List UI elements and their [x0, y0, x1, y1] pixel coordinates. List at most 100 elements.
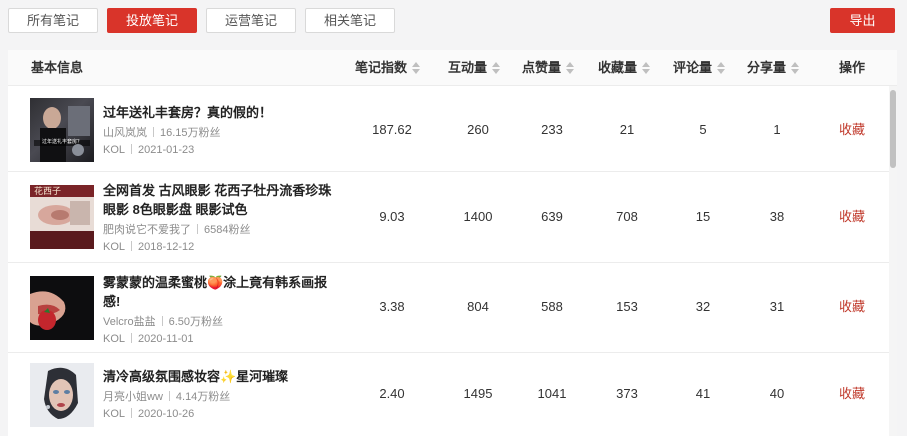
note-info: 过年送礼丰套房？真的假的！ 山风岚岚 16.15万粉丝 KOL 2021-01-23 — [103, 103, 338, 158]
header-action-label: 操作 — [839, 60, 866, 75]
shares-value: 1 — [773, 122, 781, 137]
favorites-value: 153 — [616, 299, 638, 314]
note-thumbnail[interactable]: 花西子 — [30, 185, 94, 249]
shares-value: 38 — [769, 209, 785, 224]
interactions-value: 260 — [467, 122, 489, 137]
header-interactions[interactable]: 互动量 — [448, 50, 501, 86]
note-thumbnail[interactable] — [30, 363, 94, 427]
note-index-value: 2.40 — [379, 386, 405, 401]
thumbnail-image — [30, 276, 94, 340]
header-basic-info-label: 基本信息 — [31, 60, 84, 75]
comments-value: 15 — [695, 209, 711, 224]
favorites-value: 21 — [619, 122, 635, 137]
thumbnail-caption: 花西子 — [34, 186, 62, 196]
note-type-meta: KOL 2018-12-12 — [103, 239, 338, 255]
note-info: 雾蒙蒙的温柔蜜桃🍑涂上竟有韩系画报感! Velcro盐盐 6.50万粉丝 KOL 2… — [103, 273, 338, 347]
header-favorites-label: 收藏量 — [598, 60, 638, 75]
thumbnail-caption: 过年送礼丰套房？ — [41, 139, 82, 145]
header-comments-label: 评论量 — [673, 60, 713, 75]
likes-value: 639 — [541, 209, 563, 224]
vertical-scrollbar[interactable] — [889, 86, 897, 436]
interactions-value: 1495 — [463, 386, 493, 401]
thumbnail-image — [34, 106, 90, 162]
export-button[interactable]: 导出 — [830, 8, 895, 33]
table-row[interactable]: 清冷高级氛围感妆容✨星河璀璨 月亮小姐ww 4.14万粉丝 KOL 2020-10-… — [8, 353, 889, 436]
shares-value: 31 — [769, 299, 785, 314]
note-info: 全网首发 古风眼影 花西子牡丹流香珍珠眼影 8色眼影盘 眼影试色 肥肉说它不爱我… — [103, 181, 338, 255]
header-comments[interactable]: 评论量 — [673, 50, 726, 86]
favorite-action-link[interactable]: 收藏 — [822, 122, 882, 138]
header-favorites[interactable]: 收藏量 — [598, 50, 651, 86]
notes-table: 基本信息 笔记指数 互动量 点赞量 收藏量 评论量 分享量 操作 过年送礼丰套房… — [8, 50, 897, 436]
sort-icon[interactable] — [717, 61, 726, 74]
favorite-action-link[interactable]: 收藏 — [822, 209, 882, 225]
header-interactions-label: 互动量 — [448, 60, 488, 75]
favorites-value: 373 — [616, 386, 638, 401]
table-row[interactable]: 雾蒙蒙的温柔蜜桃🍑涂上竟有韩系画报感! Velcro盐盐 6.50万粉丝 KOL 2… — [8, 263, 889, 353]
fan-count: 6584粉丝 — [204, 224, 251, 236]
scrollbar-thumb[interactable] — [890, 90, 896, 168]
likes-value: 233 — [541, 122, 563, 137]
publish-date: 2020-10-26 — [138, 408, 195, 420]
thumbnail-image — [30, 363, 94, 427]
tab-all-notes[interactable]: 所有笔记 — [8, 8, 99, 33]
note-title[interactable]: 清冷高级氛围感妆容✨星河璀璨 — [103, 367, 338, 386]
divider — [168, 391, 170, 401]
note-index-value: 9.03 — [379, 209, 405, 224]
header-likes-label: 点赞量 — [522, 60, 562, 75]
note-thumbnail[interactable] — [30, 276, 94, 340]
note-title[interactable]: 全网首发 古风眼影 花西子牡丹流香珍珠眼影 8色眼影盘 眼影试色 — [103, 181, 338, 219]
note-author-meta: 山风岚岚 16.15万粉丝 — [103, 125, 338, 141]
favorite-action-link[interactable]: 收藏 — [822, 299, 882, 315]
account-type: KOL — [103, 333, 126, 345]
author-name[interactable]: 月亮小姐ww — [103, 391, 163, 403]
account-type: KOL — [103, 241, 126, 253]
fan-count: 6.50万粉丝 — [168, 316, 223, 328]
header-shares-label: 分享量 — [747, 60, 787, 75]
note-index-value: 187.62 — [372, 122, 412, 137]
sort-icon[interactable] — [412, 61, 421, 74]
table-row[interactable]: 花西子 全网首发 古风眼影 花西子牡丹流香珍珠眼影 8色眼影盘 眼影试色 肥肉说… — [8, 172, 889, 263]
header-action: 操作 — [839, 50, 865, 86]
sort-icon[interactable] — [791, 61, 800, 74]
divider — [131, 144, 133, 154]
divider — [131, 241, 133, 251]
fan-count: 4.14万粉丝 — [175, 391, 231, 403]
table-header: 基本信息 笔记指数 互动量 点赞量 收藏量 评论量 分享量 操作 — [8, 50, 897, 86]
header-note-index[interactable]: 笔记指数 — [355, 50, 421, 86]
author-name[interactable]: 山风岚岚 — [103, 127, 147, 139]
author-name[interactable]: Velcro盐盐 — [103, 316, 156, 328]
tab-related-notes[interactable]: 相关笔记 — [305, 8, 396, 33]
fan-count: 16.15万粉丝 — [160, 127, 221, 139]
comments-value: 32 — [695, 299, 711, 314]
table-row[interactable]: 过年送礼丰套房？ 过年送礼丰套房？真的假的！ 山风岚岚 16.15万粉丝 KOL 2… — [8, 87, 889, 172]
tab-operation-notes[interactable]: 运营笔记 — [206, 8, 297, 33]
note-type-meta: KOL 2021-01-23 — [103, 142, 338, 158]
note-index-value: 3.38 — [379, 299, 405, 314]
likes-value: 1041 — [537, 386, 567, 401]
publish-date: 2020-11-01 — [138, 333, 194, 345]
note-tabs: 所有笔记 投放笔记 运营笔记 相关笔记 — [8, 8, 396, 33]
header-shares[interactable]: 分享量 — [747, 50, 800, 86]
note-title[interactable]: 过年送礼丰套房？真的假的！ — [103, 103, 338, 122]
note-type-meta: KOL 2020-11-01 — [103, 331, 338, 347]
note-author-meta: 月亮小姐ww 4.14万粉丝 — [103, 389, 338, 405]
note-author-meta: Velcro盐盐 6.50万粉丝 — [103, 314, 338, 330]
note-title[interactable]: 雾蒙蒙的温柔蜜桃🍑涂上竟有韩系画报感! — [103, 273, 338, 311]
divider — [161, 316, 163, 326]
author-name[interactable]: 肥肉说它不爱我了 — [103, 224, 191, 236]
note-author-meta: 肥肉说它不爱我了 6584粉丝 — [103, 222, 338, 238]
favorite-action-link[interactable]: 收藏 — [822, 386, 882, 402]
sort-icon[interactable] — [642, 61, 651, 74]
shares-value: 40 — [769, 386, 785, 401]
note-type-meta: KOL 2020-10-26 — [103, 406, 338, 422]
publish-date: 2021-01-23 — [138, 144, 195, 156]
note-thumbnail[interactable]: 过年送礼丰套房？ — [30, 98, 94, 162]
tab-paid-notes[interactable]: 投放笔记 — [107, 8, 198, 33]
comments-value: 5 — [699, 122, 707, 137]
sort-icon[interactable] — [492, 61, 501, 74]
header-likes[interactable]: 点赞量 — [522, 50, 575, 86]
interactions-value: 804 — [467, 299, 489, 314]
comments-value: 41 — [695, 386, 711, 401]
sort-icon[interactable] — [566, 61, 575, 74]
